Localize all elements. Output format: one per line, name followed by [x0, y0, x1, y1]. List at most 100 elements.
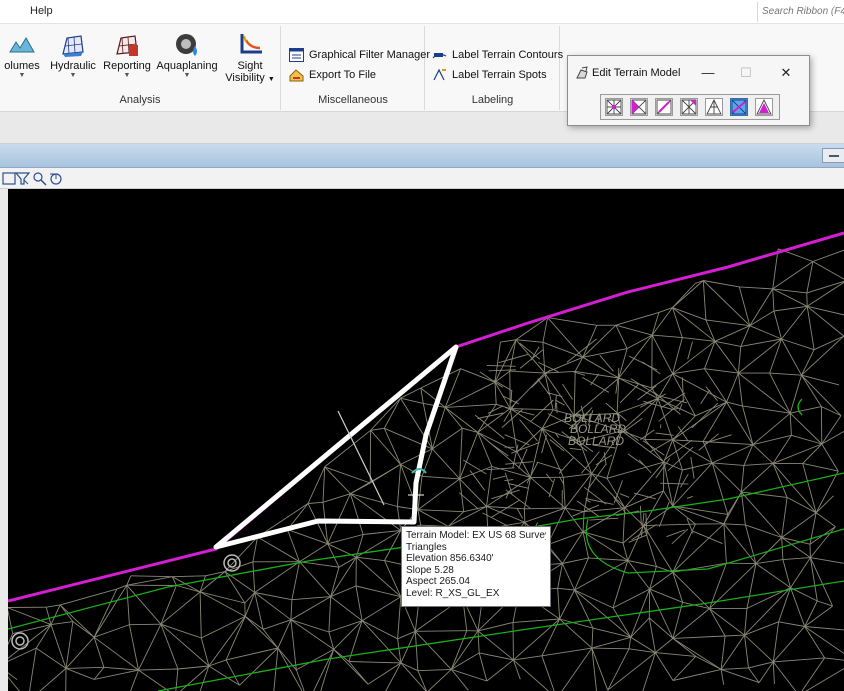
- mesh-edge: [749, 288, 774, 326]
- mesh-edge: [802, 443, 823, 464]
- reporting-button[interactable]: Reporting ▼: [101, 32, 153, 80]
- mesh-edge: [786, 497, 817, 514]
- mesh-edge: [554, 395, 557, 410]
- mesh-edge: [672, 668, 722, 681]
- mesh-edge: [45, 607, 52, 625]
- mesh-edge: [361, 620, 398, 640]
- insert-vertex-tool[interactable]: [680, 98, 698, 116]
- zoom-tool-icon[interactable]: [32, 171, 47, 186]
- mesh-edge: [277, 647, 303, 691]
- mesh-edge: [547, 317, 597, 326]
- delete-vertex-tool[interactable]: [605, 98, 623, 116]
- swap-line-tool[interactable]: [705, 98, 723, 116]
- mesh-edge: [801, 335, 844, 376]
- mesh-edge: [649, 435, 679, 453]
- mesh-edge: [720, 668, 760, 684]
- mesh-edge: [782, 557, 811, 561]
- mesh-edge: [504, 479, 514, 482]
- mesh-edge: [444, 381, 496, 408]
- sight-visibility-button[interactable]: Sight Visibility ▼: [224, 32, 276, 86]
- mesh-edge: [65, 666, 104, 669]
- menu-help[interactable]: Help: [30, 5, 53, 17]
- export-to-file-button[interactable]: Export To File: [289, 66, 376, 84]
- mesh-edge: [704, 368, 739, 374]
- mesh-edge: [322, 466, 326, 503]
- mesh-edge: [769, 372, 791, 414]
- search-ribbon-input[interactable]: Search Ribbon (F4): [757, 2, 844, 22]
- mesh-edge: [582, 531, 624, 544]
- swap-line-icon: [706, 98, 722, 115]
- mesh-edge: [739, 286, 773, 290]
- mesh-edge: [50, 621, 73, 626]
- hydraulic-button[interactable]: Hydraulic ▼: [48, 32, 98, 80]
- dialog-maximize-button[interactable]: ☐: [734, 62, 758, 84]
- labeling-group-label: Labeling: [471, 94, 514, 106]
- label-terrain-spots-button[interactable]: Label Terrain Spots: [432, 66, 547, 84]
- mesh-edge: [591, 647, 630, 650]
- dialog-close-button[interactable]: ✕: [774, 62, 798, 84]
- mesh-edge: [686, 518, 694, 534]
- mesh-edge: [356, 556, 385, 562]
- delete-triangles-by-line-tool[interactable]: [730, 98, 748, 116]
- mesh-edge: [478, 652, 488, 682]
- chevron-down-icon: ▼: [69, 72, 77, 79]
- dialog-minimize-button[interactable]: —: [696, 62, 720, 84]
- chevron-down-icon: ▼: [18, 72, 26, 79]
- mesh-edge: [741, 463, 774, 493]
- mesh-edge: [46, 604, 61, 608]
- mesh-edge: [738, 372, 791, 414]
- mesh-edge: [487, 405, 504, 414]
- mesh-edge: [723, 523, 727, 564]
- move-vertex-tool[interactable]: [755, 98, 773, 116]
- mesh-edge: [801, 657, 825, 691]
- mesh-edge: [8, 624, 52, 659]
- volumes-icon: [9, 37, 35, 53]
- mesh-edge: [582, 324, 617, 358]
- mesh-edge: [772, 288, 807, 294]
- mesh-edge: [138, 669, 170, 691]
- mesh-edge: [628, 648, 656, 654]
- graphical-filter-manager-button[interactable]: Graphical Filter Manager: [289, 46, 430, 64]
- mesh-edge: [93, 636, 139, 671]
- view-rotate-icon[interactable]: [48, 171, 63, 186]
- mesh-edge: [813, 335, 844, 351]
- aquaplaning-button[interactable]: Aquaplaning ▼: [155, 32, 219, 80]
- mesh-edge: [200, 637, 210, 667]
- mesh-edge: [740, 338, 782, 347]
- clip-volume-icon[interactable]: [15, 171, 30, 186]
- volumes-button[interactable]: olumes ▼: [2, 32, 42, 80]
- mesh-edge: [349, 493, 364, 535]
- mesh-edge: [742, 405, 791, 414]
- mesh-edge: [383, 428, 402, 465]
- insert-vertex-icon: [681, 99, 697, 115]
- mesh-edge: [802, 462, 839, 472]
- label-terrain-contours-button[interactable]: Label Terrain Contours: [432, 46, 563, 64]
- mesh-edge: [651, 334, 673, 374]
- mesh-edge: [630, 636, 656, 653]
- mesh-edge: [477, 630, 480, 653]
- aquaplaning-icon: [176, 34, 197, 56]
- dialog-title: Edit Terrain Model: [592, 67, 681, 79]
- mesh-edge: [582, 325, 598, 358]
- mesh-edge: [545, 473, 554, 483]
- delete-line-tool[interactable]: [655, 98, 673, 116]
- terrain-edit-toolbox: [600, 94, 780, 120]
- mesh-edge: [291, 596, 331, 601]
- mesh-edge: [714, 325, 750, 342]
- mesh-edge: [252, 561, 256, 593]
- terrain-view-canvas[interactable]: BOLLARD BOLLARD BOLLARD: [8, 189, 844, 691]
- terrain-info-tooltip: Terrain Model: EX US 68 Survey Triangles…: [401, 526, 551, 607]
- mesh-edge: [541, 655, 555, 691]
- mesh-edge: [649, 617, 674, 639]
- green-small-arc: [797, 398, 803, 416]
- view-restore-button[interactable]: [822, 148, 844, 163]
- mesh-edge: [557, 587, 575, 591]
- label-spots-icon: [433, 68, 446, 81]
- delete-triangle-tool[interactable]: [630, 98, 648, 116]
- mesh-edge: [432, 448, 461, 480]
- chevron-down-icon: ▼: [267, 76, 275, 83]
- mesh-edge: [504, 434, 530, 446]
- mesh-edge: [781, 497, 788, 538]
- mesh-edge: [244, 592, 256, 617]
- terrain-model-graphic[interactable]: BOLLARD BOLLARD BOLLARD: [8, 189, 844, 691]
